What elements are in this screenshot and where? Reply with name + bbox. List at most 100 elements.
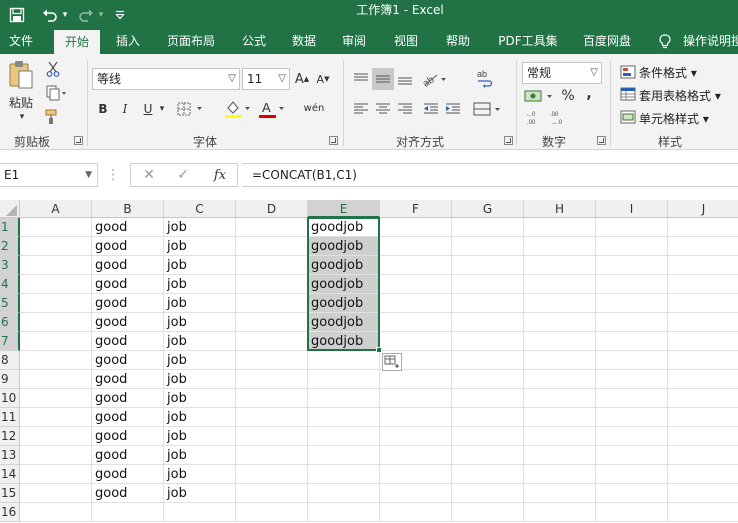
increase-indent-icon[interactable] xyxy=(442,98,464,120)
wrap-text-icon[interactable]: ab xyxy=(474,66,496,90)
paste-dropdown-icon[interactable]: ▾ xyxy=(16,112,28,122)
cell-d8[interactable] xyxy=(236,351,308,370)
cell-e1[interactable]: goodjob xyxy=(308,218,380,237)
cell-c11[interactable]: job xyxy=(164,408,236,427)
cell-b10[interactable]: good xyxy=(92,389,164,408)
row-header[interactable]: 8 xyxy=(0,351,20,370)
cell-g12[interactable] xyxy=(452,427,524,446)
cell-a10[interactable] xyxy=(20,389,92,408)
cell-c8[interactable]: job xyxy=(164,351,236,370)
comma-style-button[interactable]: , xyxy=(582,84,596,104)
row-header[interactable]: 11 xyxy=(0,408,20,427)
cell-f9[interactable] xyxy=(380,370,452,389)
cell-j13[interactable] xyxy=(668,446,738,465)
tab-home[interactable]: 开始 xyxy=(54,30,100,54)
insert-function-icon[interactable]: fx xyxy=(209,166,231,184)
cell-b8[interactable]: good xyxy=(92,351,164,370)
clipboard-launcher-icon[interactable] xyxy=(74,136,83,145)
align-right-icon[interactable] xyxy=(394,98,416,120)
cell-i9[interactable] xyxy=(596,370,668,389)
cell-c16[interactable] xyxy=(164,503,236,522)
cell-e5[interactable]: goodjob xyxy=(308,294,380,313)
cell-g15[interactable] xyxy=(452,484,524,503)
cell-d7[interactable] xyxy=(236,332,308,351)
column-header-a[interactable]: A xyxy=(20,200,92,218)
font-name-select[interactable]: 等线 ▽ xyxy=(92,68,240,90)
cell-e15[interactable] xyxy=(308,484,380,503)
cell-a5[interactable] xyxy=(20,294,92,313)
cell-b1[interactable]: good xyxy=(92,218,164,237)
cell-j3[interactable] xyxy=(668,256,738,275)
cell-g14[interactable] xyxy=(452,465,524,484)
cell-e16[interactable] xyxy=(308,503,380,522)
cell-a3[interactable] xyxy=(20,256,92,275)
cell-styles-button[interactable]: 单元格样式 ▾ xyxy=(639,110,709,127)
tab-baidu-netdisk[interactable]: 百度网盘 xyxy=(576,30,638,54)
cell-c6[interactable]: job xyxy=(164,313,236,332)
row-header[interactable]: 3 xyxy=(0,256,20,275)
row-header[interactable]: 10 xyxy=(0,389,20,408)
conditional-formatting-button[interactable]: 条件格式 ▾ xyxy=(639,64,697,81)
cell-h16[interactable] xyxy=(524,503,596,522)
cell-a12[interactable] xyxy=(20,427,92,446)
column-header-j[interactable]: J xyxy=(668,200,738,218)
cell-j10[interactable] xyxy=(668,389,738,408)
row-header[interactable]: 9 xyxy=(0,370,20,389)
underline-button[interactable]: U xyxy=(140,100,156,118)
cell-h12[interactable] xyxy=(524,427,596,446)
cell-c1[interactable]: job xyxy=(164,218,236,237)
increase-decimal-icon[interactable]: ←0.00 xyxy=(524,108,546,128)
align-middle-icon[interactable] xyxy=(372,68,394,90)
cell-d13[interactable] xyxy=(236,446,308,465)
tab-file[interactable]: 文件 xyxy=(0,30,42,54)
row-header[interactable]: 4 xyxy=(0,275,20,294)
align-left-icon[interactable] xyxy=(350,98,372,120)
underline-dropdown-icon[interactable]: ▾ xyxy=(157,102,167,116)
cell-j9[interactable] xyxy=(668,370,738,389)
font-size-select[interactable]: 11 ▽ xyxy=(242,68,290,90)
tab-data[interactable]: 数据 xyxy=(284,30,324,54)
cell-d9[interactable] xyxy=(236,370,308,389)
cell-f7[interactable] xyxy=(380,332,452,351)
cell-e11[interactable] xyxy=(308,408,380,427)
cell-d2[interactable] xyxy=(236,237,308,256)
cell-c2[interactable]: job xyxy=(164,237,236,256)
borders-icon[interactable] xyxy=(176,100,206,118)
cell-f3[interactable] xyxy=(380,256,452,275)
cell-j6[interactable] xyxy=(668,313,738,332)
cell-j15[interactable] xyxy=(668,484,738,503)
cell-a11[interactable] xyxy=(20,408,92,427)
phonetic-guide-button[interactable]: wén xyxy=(302,96,326,120)
bold-button[interactable]: B xyxy=(94,100,112,118)
cell-e7[interactable]: goodjob xyxy=(308,332,380,351)
cell-g3[interactable] xyxy=(452,256,524,275)
cell-g4[interactable] xyxy=(452,275,524,294)
cell-j7[interactable] xyxy=(668,332,738,351)
copy-icon[interactable] xyxy=(44,84,70,102)
cell-d3[interactable] xyxy=(236,256,308,275)
cell-h9[interactable] xyxy=(524,370,596,389)
cell-j16[interactable] xyxy=(668,503,738,522)
cell-j11[interactable] xyxy=(668,408,738,427)
cell-i12[interactable] xyxy=(596,427,668,446)
italic-button[interactable]: I xyxy=(116,100,134,118)
cell-b5[interactable]: good xyxy=(92,294,164,313)
cell-h2[interactable] xyxy=(524,237,596,256)
decrease-decimal-icon[interactable]: .00 →.0 xyxy=(548,108,570,128)
cell-h11[interactable] xyxy=(524,408,596,427)
cell-b9[interactable]: good xyxy=(92,370,164,389)
cell-f15[interactable] xyxy=(380,484,452,503)
increase-font-size-button[interactable]: A ▲ xyxy=(294,70,310,88)
cell-b14[interactable]: good xyxy=(92,465,164,484)
tab-insert[interactable]: 插入 xyxy=(108,30,148,54)
cell-d5[interactable] xyxy=(236,294,308,313)
cell-b12[interactable]: good xyxy=(92,427,164,446)
cell-h10[interactable] xyxy=(524,389,596,408)
cell-a16[interactable] xyxy=(20,503,92,522)
cell-a6[interactable] xyxy=(20,313,92,332)
cell-i11[interactable] xyxy=(596,408,668,427)
cell-d16[interactable] xyxy=(236,503,308,522)
cell-g11[interactable] xyxy=(452,408,524,427)
cell-a14[interactable] xyxy=(20,465,92,484)
paste-button-label[interactable]: 粘贴 xyxy=(4,94,38,110)
